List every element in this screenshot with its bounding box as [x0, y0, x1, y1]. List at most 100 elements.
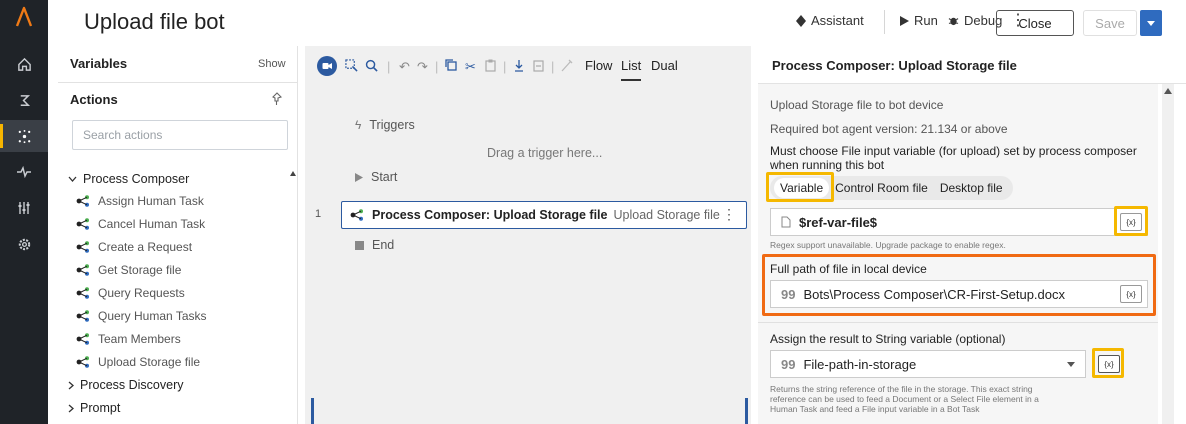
variables-title: Variables — [70, 56, 128, 71]
properties-body: Upload Storage file to bot device Requir… — [758, 84, 1158, 424]
cut-icon[interactable]: ✂ — [465, 59, 476, 75]
header-divider — [884, 10, 885, 34]
toolbar-divider: | — [435, 59, 439, 74]
assign-variable-highlight — [1092, 348, 1124, 378]
chevron-right-icon — [68, 404, 74, 412]
toolbar-divider: | — [387, 59, 391, 74]
debug-button[interactable]: Debug — [948, 13, 1002, 28]
source-desktop-option[interactable]: Desktop file — [934, 178, 1009, 198]
action-item[interactable]: Get Storage file — [76, 263, 181, 277]
disable-icon[interactable] — [533, 59, 544, 75]
action-label: Team Members — [98, 332, 181, 346]
assistant-button[interactable]: Assistant — [796, 13, 864, 28]
variables-section: Variables Show — [58, 56, 298, 78]
redo-icon[interactable]: ↷ — [417, 59, 428, 75]
action-item[interactable]: Assign Human Task — [76, 194, 204, 208]
flow-canvas: | ↶ ↷ | ✂ | | Flow List Dual ϟ Triggers … — [305, 46, 751, 424]
actions-scrollbar[interactable] — [290, 170, 296, 300]
step-subtitle: Upload Storage file — [613, 208, 720, 222]
tab-dual[interactable]: Dual — [651, 58, 678, 73]
panel-resize-handle[interactable] — [745, 398, 748, 424]
pin-icon[interactable] — [270, 92, 284, 109]
file-variable-field[interactable]: $ref-var-file$ — [770, 208, 1148, 236]
process-composer-icon — [76, 356, 89, 368]
wand-icon[interactable] — [561, 59, 573, 75]
select-icon[interactable] — [345, 59, 358, 75]
copy-icon[interactable] — [445, 59, 457, 74]
choose-note-line1: Must choose File input variable (for upl… — [770, 144, 1137, 158]
save-dropdown-button[interactable] — [1140, 10, 1162, 36]
record-icon[interactable] — [317, 56, 337, 79]
action-item[interactable]: Query Requests — [76, 286, 185, 300]
action-label: Query Requests — [98, 286, 185, 300]
action-label: Cancel Human Task — [98, 217, 206, 231]
stop-icon — [355, 240, 364, 250]
properties-scrollbar[interactable] — [1162, 84, 1174, 424]
home-icon[interactable] — [0, 48, 48, 80]
save-button[interactable]: Save — [1083, 10, 1137, 36]
category-label: Process Discovery — [80, 378, 184, 392]
top-header: Upload file bot Assistant Run Debug ⋮ Cl… — [48, 0, 1186, 46]
tab-flow[interactable]: Flow — [585, 58, 612, 73]
variable-button-highlight — [1114, 206, 1148, 236]
process-composer-icon — [350, 209, 363, 221]
assistant-label: Assistant — [811, 13, 864, 28]
action-item[interactable]: Team Members — [76, 332, 181, 346]
process-composer-icon — [76, 195, 89, 207]
properties-header: Process Composer: Upload Storage file — [758, 46, 1186, 84]
choose-note-line2: when running this bot — [770, 158, 885, 172]
tab-list[interactable]: List — [621, 58, 642, 81]
action-item[interactable]: Upload Storage file — [76, 355, 200, 369]
sliders-icon[interactable] — [0, 192, 48, 224]
assign-value: File-path-in-storage — [803, 356, 917, 372]
gear-icon[interactable] — [0, 228, 48, 260]
step-upload-storage-file[interactable]: Process Composer: Upload Storage file Up… — [341, 201, 747, 229]
run-label: Run — [914, 13, 938, 28]
hub-icon[interactable] — [0, 120, 48, 152]
action-item[interactable]: Query Human Tasks — [76, 309, 207, 323]
search-icon[interactable] — [365, 59, 378, 75]
undo-icon[interactable]: ↶ — [399, 59, 410, 75]
canvas-resize-handle[interactable] — [311, 398, 314, 424]
tree-category-process-composer[interactable]: Process Composer — [68, 172, 189, 186]
variable-option-highlight — [766, 172, 834, 202]
tree-category-process-discovery[interactable]: Process Discovery — [68, 378, 184, 392]
enable-icon[interactable] — [513, 59, 525, 75]
search-actions-input[interactable]: Search actions — [72, 120, 288, 150]
search-placeholder: Search actions — [83, 128, 163, 142]
properties-title: Process Composer: Upload Storage file — [772, 58, 1017, 73]
string-quote-icon: 99 — [781, 356, 796, 372]
action-item[interactable]: Cancel Human Task — [76, 217, 205, 231]
action-label: Create a Request — [98, 240, 193, 254]
start-label: Start — [371, 170, 398, 184]
chevron-down-icon — [1067, 362, 1075, 367]
source-control-room-option[interactable]: Control Room file — [829, 178, 934, 198]
page-title: Upload file bot — [84, 9, 225, 34]
file-variable-value: $ref-var-file$ — [799, 214, 878, 230]
triggers-row[interactable]: ϟ Triggers — [355, 118, 415, 132]
action-description: Upload Storage file to bot device — [770, 98, 944, 112]
paste-icon[interactable] — [485, 59, 496, 75]
action-properties-panel: Process Composer: Upload Storage file Up… — [758, 46, 1186, 424]
step-more-icon[interactable]: ⋮ — [722, 206, 736, 223]
start-icon — [355, 172, 363, 182]
file-icon — [781, 216, 791, 228]
run-button[interactable]: Run — [900, 13, 938, 28]
action-label: Assign Human Task — [98, 194, 204, 208]
tree-category-prompt[interactable]: Prompt — [68, 401, 120, 415]
local-path-highlight — [762, 254, 1156, 316]
close-button[interactable]: Close — [996, 10, 1074, 36]
assign-variable-select[interactable]: 99 File-path-in-storage — [770, 350, 1086, 378]
play-icon — [900, 15, 909, 26]
lightning-icon: ϟ — [355, 118, 362, 132]
automation-anywhere-logo[interactable] — [0, 0, 48, 34]
action-item[interactable]: Create a Request — [76, 240, 192, 254]
step-title: Process Composer: Upload Storage file — [372, 208, 608, 222]
step-line-number: 1 — [315, 208, 322, 220]
end-label: End — [372, 238, 395, 252]
show-variables-link[interactable]: Show — [258, 58, 286, 70]
bot-icon[interactable] — [0, 84, 48, 116]
toolbar-divider: | — [503, 59, 507, 74]
trigger-drop-hint: Drag a trigger here... — [487, 146, 603, 160]
pulse-icon[interactable] — [0, 156, 48, 188]
